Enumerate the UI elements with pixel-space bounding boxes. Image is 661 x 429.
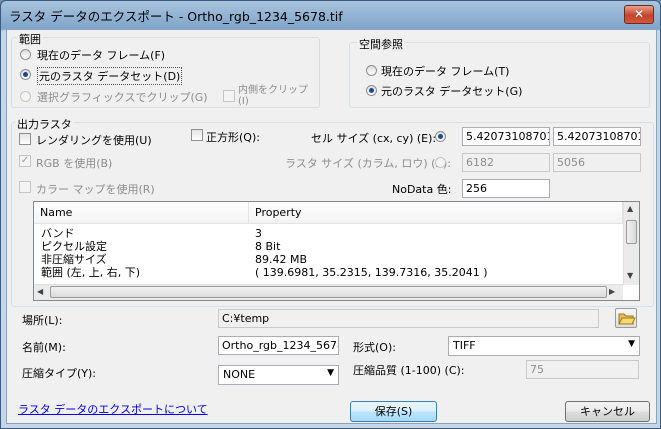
browse-folder-button[interactable] xyxy=(615,308,637,328)
nodata-label: NoData 色: xyxy=(392,183,452,196)
scroll-left-icon[interactable]: ◀ xyxy=(37,287,43,296)
vertical-scroll-thumb[interactable] xyxy=(626,220,637,244)
property-name: ピクセル設定 xyxy=(41,240,107,253)
name-label: 名前(M): xyxy=(22,341,66,354)
extent-clip-graphics-label: 選択グラフィックスでクリップ(G) xyxy=(37,91,208,104)
cell-size-radio[interactable] xyxy=(435,131,446,142)
save-button[interactable]: 保存(S) xyxy=(350,401,437,422)
name-input[interactable]: Ortho_rgb_1234_56781. xyxy=(218,336,339,355)
use-rgb-checkbox[interactable]: ✓ xyxy=(19,155,31,167)
scroll-up-icon[interactable]: ▲ xyxy=(627,204,633,213)
extent-data-frame-label[interactable]: 現在のデータ フレーム(F) xyxy=(37,47,165,63)
property-name: 非圧縮サイズ xyxy=(41,253,107,266)
window-title: ラスタ データのエクスポート - Ortho_rgb_1234_5678.tif xyxy=(9,9,343,24)
format-value: TIFF xyxy=(453,339,476,352)
property-name: 範囲 (左, 上, 右, 下) xyxy=(41,266,141,279)
sr-data-frame-radio[interactable] xyxy=(366,65,377,76)
raster-cols-input[interactable]: 6182 xyxy=(462,153,550,172)
horizontal-scroll-thumb[interactable] xyxy=(50,286,607,298)
name-column-header[interactable]: Name xyxy=(34,202,249,224)
format-select[interactable]: TIFF ▼ xyxy=(448,336,640,356)
use-colormap-checkbox[interactable] xyxy=(19,181,31,193)
raster-size-radio[interactable] xyxy=(435,157,446,168)
chevron-down-icon: ▼ xyxy=(327,368,334,378)
extent-raster-dataset-radio[interactable] xyxy=(20,69,31,80)
property-column-header[interactable]: Property xyxy=(249,202,623,224)
square-checkbox[interactable] xyxy=(191,129,203,141)
property-name: バンド xyxy=(41,227,75,240)
nodata-input[interactable]: 256 xyxy=(462,179,550,198)
close-icon[interactable]: ✕ xyxy=(624,5,654,24)
use-rgb-label: RGB を使用(B) xyxy=(36,157,113,170)
cell-size-x-input[interactable]: 5.420731087015 xyxy=(462,127,550,146)
scroll-down-icon[interactable]: ▼ xyxy=(627,271,633,280)
property-value: 3 xyxy=(255,227,262,240)
property-value: ( 139.6981, 35.2315, 139.7316, 35.2041 ) xyxy=(255,266,488,279)
location-input[interactable]: C:¥temp xyxy=(218,309,599,328)
compression-type-label: 圧縮タイプ(Y): xyxy=(22,367,97,380)
extent-raster-dataset-label[interactable]: 元のラスタ データセット(D) xyxy=(37,67,183,85)
extent-data-frame-radio[interactable] xyxy=(20,49,31,60)
clip-inside-label: 内側をクリップ(I) xyxy=(238,85,308,107)
dialog-body: 範囲 現在のデータ フレーム(F) 元のラスタ データセット(D) 選択グラフィ… xyxy=(6,29,657,424)
cell-size-y-input[interactable]: 5.420731087016 xyxy=(553,127,641,146)
cancel-button[interactable]: キャンセル xyxy=(565,401,650,422)
title-bar[interactable]: ラスタ データのエクスポート - Ortho_rgb_1234_5678.tif… xyxy=(1,1,660,29)
vertical-scrollbar[interactable]: ▲ ▼ xyxy=(623,202,639,285)
raster-size-label: ラスタ サイズ (カラム, ロウ) (Z): xyxy=(285,157,452,170)
extent-legend: 範囲 xyxy=(17,31,43,47)
folder-icon xyxy=(618,313,636,325)
properties-list[interactable]: Name Property バンド 3 ピクセル設定 8 Bit 非圧縮サイズ … xyxy=(33,201,640,301)
sr-raster-dataset-radio[interactable] xyxy=(366,85,377,96)
help-link[interactable]: ラスタ データのエクスポートについて xyxy=(18,401,208,417)
use-renderer-checkbox[interactable] xyxy=(19,133,31,145)
sr-data-frame-label[interactable]: 現在のデータ フレーム(T) xyxy=(381,63,509,79)
compression-quality-label: 圧縮品質 (1-100) (C): xyxy=(353,364,465,377)
use-renderer-label[interactable]: レンダリングを使用(U) xyxy=(36,132,152,148)
clip-inside-checkbox[interactable] xyxy=(223,90,235,102)
compression-type-value: NONE xyxy=(223,368,256,381)
use-colormap-label: カラー マップを使用(R) xyxy=(36,183,155,196)
horizontal-scrollbar[interactable]: ◀ ▶ xyxy=(34,284,623,300)
square-label[interactable]: 正方形(Q): xyxy=(206,129,260,145)
export-raster-dialog: ラスタ データのエクスポート - Ortho_rgb_1234_5678.tif… xyxy=(0,0,661,429)
raster-rows-input[interactable]: 5056 xyxy=(553,153,641,172)
property-value: 8 Bit xyxy=(255,240,281,253)
property-value: 89.42 MB xyxy=(255,253,308,266)
cell-size-label: セル サイズ (cx, cy) (E): xyxy=(311,132,437,145)
output-raster-legend: 出力ラスタ xyxy=(15,116,74,132)
sr-raster-dataset-label[interactable]: 元のラスタ データセット(G) xyxy=(381,83,522,99)
chevron-down-icon: ▼ xyxy=(628,339,635,349)
location-label: 場所(L): xyxy=(22,314,63,327)
compression-type-select[interactable]: NONE ▼ xyxy=(218,365,339,385)
spatial-ref-legend: 空間参照 xyxy=(357,36,405,52)
format-label: 形式(O): xyxy=(353,341,396,354)
compression-quality-input[interactable]: 75 xyxy=(526,360,639,379)
scroll-right-icon[interactable]: ▶ xyxy=(609,287,615,296)
extent-clip-graphics-radio[interactable] xyxy=(20,91,31,102)
